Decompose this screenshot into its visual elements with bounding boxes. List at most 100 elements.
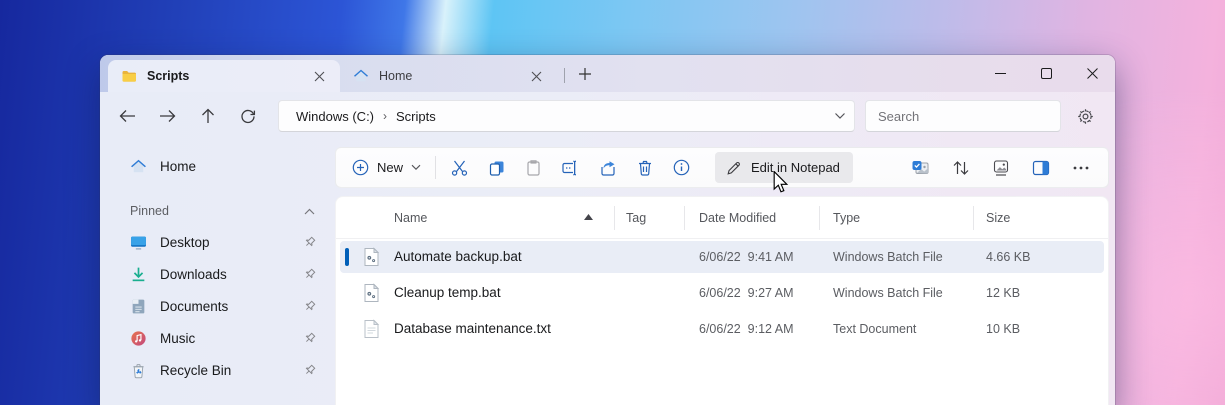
more-icon <box>1073 166 1089 170</box>
column-divider[interactable] <box>819 206 820 230</box>
music-icon <box>130 330 147 347</box>
recycle-bin-icon <box>130 362 147 379</box>
maximize-icon <box>1041 68 1052 79</box>
titlebar: Scripts Home <box>100 55 1115 92</box>
share-icon <box>599 159 617 177</box>
chevron-up-icon[interactable] <box>304 208 315 215</box>
sidebar-pinned-header[interactable]: Pinned <box>100 202 329 220</box>
tab-bar: Scripts Home <box>108 55 598 92</box>
forward-button[interactable] <box>152 101 183 132</box>
desktop-icon <box>130 234 147 251</box>
maximize-button[interactable] <box>1023 55 1069 91</box>
pin-icon <box>303 267 317 281</box>
close-window-button[interactable] <box>1069 55 1115 91</box>
delete-icon <box>637 159 653 177</box>
file-size: 10 KB <box>986 311 1020 347</box>
delete-button[interactable] <box>626 152 663 183</box>
window-controls <box>977 55 1115 92</box>
back-icon <box>119 109 136 123</box>
sidebar-item-music[interactable]: Music <box>100 324 329 352</box>
tab-label: Home <box>379 69 515 83</box>
column-header-size[interactable]: Size <box>986 197 1010 239</box>
tab-home[interactable]: Home <box>340 60 557 92</box>
window-content: Home Pinned Desktop Downloads <box>100 140 1115 405</box>
home-icon <box>130 158 147 175</box>
column-divider[interactable] <box>684 206 685 230</box>
address-dropdown-button[interactable] <box>834 112 846 120</box>
close-tab-icon[interactable] <box>525 65 547 87</box>
documents-icon <box>130 298 147 315</box>
copy-button[interactable] <box>478 152 515 183</box>
tab-label: Scripts <box>147 69 298 83</box>
search-input[interactable] <box>878 109 1054 124</box>
file-date: 6/06/22 9:41 AM <box>699 239 794 275</box>
new-button[interactable]: New <box>342 152 430 183</box>
paste-button[interactable] <box>515 152 552 183</box>
minimize-icon <box>995 68 1006 79</box>
address-bar[interactable]: Windows (C:) › Scripts <box>278 100 855 132</box>
rename-button[interactable] <box>552 152 589 183</box>
refresh-button[interactable] <box>232 101 263 132</box>
file-date: 6/06/22 9:12 AM <box>699 311 794 347</box>
file-row-automate-backup[interactable]: Automate backup.bat 6/06/22 9:41 AM Wind… <box>336 239 1108 275</box>
sidebar-item-label: Documents <box>160 299 228 314</box>
more-button[interactable] <box>1062 152 1099 183</box>
sidebar-item-label: Recycle Bin <box>160 363 231 378</box>
new-tab-button[interactable] <box>572 61 598 87</box>
sidebar-item-downloads[interactable]: Downloads <box>100 260 329 288</box>
pin-icon <box>303 299 317 313</box>
column-header-tag[interactable]: Tag <box>626 197 646 239</box>
share-button[interactable] <box>589 152 626 183</box>
details-pane-button[interactable] <box>1022 152 1059 183</box>
column-header-date-modified[interactable]: Date Modified <box>699 197 776 239</box>
file-type: Text Document <box>833 311 916 347</box>
text-file-icon <box>363 319 380 339</box>
cut-icon <box>450 159 469 177</box>
edit-in-notepad-button[interactable]: Edit in Notepad <box>715 152 853 183</box>
downloads-icon <box>130 266 147 283</box>
sidebar-item-desktop[interactable]: Desktop <box>100 228 329 256</box>
copy-icon <box>488 159 506 177</box>
column-divider[interactable] <box>973 206 974 230</box>
breadcrumb-drive[interactable]: Windows (C:) <box>292 107 378 126</box>
sidebar-item-documents[interactable]: Documents <box>100 292 329 320</box>
minimize-button[interactable] <box>977 55 1023 91</box>
home-icon <box>353 68 369 84</box>
view-icon <box>992 159 1010 177</box>
pin-icon <box>303 363 317 377</box>
settings-button[interactable] <box>1069 100 1101 132</box>
column-divider[interactable] <box>614 206 615 230</box>
properties-button[interactable] <box>663 152 700 183</box>
cut-button[interactable] <box>441 152 478 183</box>
info-icon <box>673 159 690 176</box>
chevron-down-icon <box>411 164 421 171</box>
file-date: 6/06/22 9:27 AM <box>699 275 794 311</box>
plus-icon <box>578 67 592 81</box>
tab-scripts[interactable]: Scripts <box>108 60 340 92</box>
file-row-cleanup-temp[interactable]: Cleanup temp.bat 6/06/22 9:27 AM Windows… <box>336 275 1108 311</box>
edit-in-notepad-label: Edit in Notepad <box>751 160 840 175</box>
file-name: Automate backup.bat <box>394 239 522 275</box>
sidebar-item-label: Desktop <box>160 235 210 250</box>
command-toolbar: New <box>335 147 1109 188</box>
file-name: Database maintenance.txt <box>394 311 551 347</box>
column-header-type[interactable]: Type <box>833 197 860 239</box>
sidebar-item-label: Music <box>160 331 195 346</box>
sidebar-item-recycle-bin[interactable]: Recycle Bin <box>100 356 329 384</box>
up-button[interactable] <box>192 101 223 132</box>
file-row-database-maintenance[interactable]: Database maintenance.txt 6/06/22 9:12 AM… <box>336 311 1108 347</box>
column-headers: Name Tag Date Modified Type Size <box>336 197 1108 239</box>
back-button[interactable] <box>112 101 143 132</box>
pencil-icon <box>726 160 742 176</box>
select-all-button[interactable] <box>902 152 939 183</box>
rename-icon <box>561 160 580 176</box>
column-header-name[interactable]: Name <box>394 197 427 239</box>
breadcrumb-current[interactable]: Scripts <box>392 107 440 126</box>
tab-separator <box>564 68 565 83</box>
close-tab-icon[interactable] <box>308 65 330 87</box>
navigation-bar: Windows (C:) › Scripts <box>100 92 1115 140</box>
search-box[interactable] <box>865 100 1061 132</box>
sort-button[interactable] <box>942 152 979 183</box>
view-button[interactable] <box>982 152 1019 183</box>
sidebar-item-home[interactable]: Home <box>100 152 329 180</box>
